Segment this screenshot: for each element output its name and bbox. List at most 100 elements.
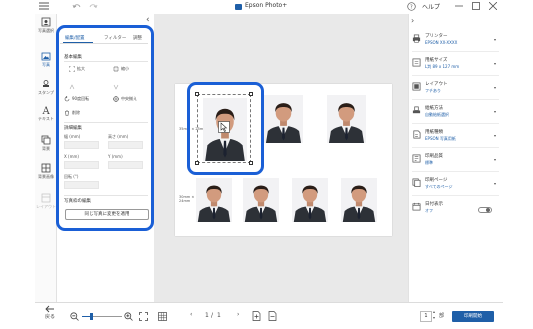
id-photo[interactable] [264, 95, 303, 143]
rotate-button[interactable]: 90度回転 [64, 96, 89, 102]
setting-printer[interactable]: プリンター EPSON XX-XXXX ▾ [408, 30, 503, 52]
chevron-down-icon: ▾ [493, 37, 496, 42]
x-label: X (mm) [64, 154, 79, 159]
background-icon [41, 135, 51, 145]
move-down-button[interactable] [113, 84, 119, 90]
help-icon[interactable]: ? [407, 2, 421, 12]
portrait-image [264, 95, 303, 143]
rail-item-background-image[interactable]: 背景画像 [35, 163, 57, 180]
height-field[interactable] [108, 141, 143, 149]
setting-paper-source[interactable]: 給紙方法 自動給紙選択 ▾ [408, 102, 503, 124]
undo-icon[interactable] [72, 2, 86, 12]
chevron-down-icon: ▾ [493, 61, 496, 66]
rail-label: スタンプ [38, 90, 54, 95]
zoom-out-icon[interactable] [70, 312, 79, 321]
paper-size-icon [412, 58, 421, 67]
grid-image-icon [41, 163, 51, 173]
id-photo[interactable] [327, 95, 366, 143]
resize-handle[interactable] [249, 92, 253, 96]
id-photo[interactable] [196, 178, 232, 222]
setting-title: プリンター [425, 34, 448, 39]
section-title-detail: 詳細編集 [64, 126, 82, 131]
tab-adjust[interactable]: 調整 [133, 35, 142, 41]
setting-title: 印刷ページ [425, 178, 448, 183]
minimize-icon[interactable] [455, 2, 469, 12]
rail-item-stamp[interactable]: スタンプ [35, 79, 57, 96]
tab-edit-layout[interactable]: 編集/配置 [65, 35, 85, 41]
center-align-button[interactable]: 中央揃え [113, 96, 137, 102]
copies-unit: 部 [439, 313, 445, 319]
x-field[interactable] [64, 161, 99, 169]
app-title: Epson Photo+ [245, 2, 288, 9]
portrait-image [196, 178, 232, 222]
copies-stepper[interactable]: 1 [420, 311, 432, 322]
apply-same-photo-button[interactable]: 同じ写真に変更を適用 [65, 209, 149, 220]
prev-page-icon[interactable]: ‹ [190, 311, 192, 318]
layout-icon [41, 193, 51, 203]
date-display-toggle[interactable] [478, 207, 492, 213]
tab-filter[interactable]: フィルター [104, 35, 126, 41]
tab-active-indicator [63, 42, 93, 43]
portrait-image [243, 178, 279, 222]
setting-title: 用紙種類 [425, 130, 443, 135]
delete-page-icon[interactable] [268, 311, 277, 321]
zoom-in-icon[interactable] [124, 312, 133, 321]
help-label[interactable]: ヘルプ [422, 2, 440, 11]
rail-item-layout[interactable]: レイアウト [35, 193, 57, 210]
print-button[interactable]: 印刷開始 [452, 311, 494, 322]
zoom-out-button[interactable]: 縮小 [113, 66, 129, 72]
zoom-slider-thumb[interactable] [90, 313, 93, 320]
setting-paper-type[interactable]: 用紙種類 EPSON 写真用紙 ▾ [408, 126, 503, 148]
fit-screen-icon[interactable] [139, 312, 148, 321]
rail-item-background[interactable]: 背景 [35, 135, 57, 152]
setting-print-pages[interactable]: 印刷ページ すべてのページ ▾ [408, 174, 503, 196]
page-total: 1 [217, 312, 221, 319]
redo-icon[interactable] [88, 2, 102, 12]
rail-label: 背景 [42, 146, 50, 151]
center-label: 中央揃え [121, 96, 137, 101]
panel-collapse-icon[interactable]: ‹ [146, 15, 150, 25]
setting-layout[interactable]: レイアウト フチあり ▾ [408, 78, 503, 100]
setting-title: 日付表示 [425, 202, 443, 207]
y-label: Y (mm) [108, 154, 123, 159]
close-icon[interactable] [489, 2, 503, 12]
id-photo[interactable] [292, 178, 328, 222]
width-field[interactable] [64, 141, 99, 149]
copies-decrease-icon[interactable]: ▾ [433, 315, 435, 320]
resize-handle[interactable] [195, 161, 199, 165]
menu-icon[interactable] [39, 2, 53, 12]
id-photo[interactable] [341, 178, 377, 222]
paper-type-icon [413, 130, 421, 139]
setting-title: 給紙方法 [425, 106, 443, 111]
rotation-field[interactable] [64, 181, 99, 189]
zoom-in-button[interactable]: 拡大 [69, 66, 85, 72]
rail-item-text[interactable]: A テキスト [35, 105, 57, 122]
text-icon: A [42, 106, 51, 115]
rail-label: 写真選択 [38, 28, 54, 33]
maximize-icon[interactable] [472, 2, 486, 12]
move-up-left-button[interactable] [69, 84, 75, 90]
rail-label: 写真 [42, 62, 50, 67]
grid-icon[interactable] [158, 312, 167, 321]
rail-label: テキスト [38, 116, 54, 121]
rail-item-select-photo[interactable]: 写真選択 [35, 17, 57, 34]
y-field[interactable] [108, 161, 143, 169]
resize-handle[interactable] [249, 161, 253, 165]
zoom-in-label: 拡大 [77, 66, 85, 71]
setting-value: L判 89 x 127 mm [425, 64, 460, 69]
back-arrow-icon [45, 305, 54, 313]
settings-collapse-icon[interactable]: › [411, 16, 414, 25]
next-page-icon[interactable]: › [237, 311, 239, 318]
move-cursor-icon [218, 121, 230, 133]
resize-handle[interactable] [195, 92, 199, 96]
setting-paper-size[interactable]: 用紙サイズ L判 89 x 127 mm ▾ [408, 54, 503, 76]
add-page-icon[interactable] [252, 311, 261, 321]
chevron-down-icon: ▾ [493, 85, 496, 90]
setting-print-quality[interactable]: 印刷品質 標準 ▾ [408, 150, 503, 172]
delete-button[interactable]: 削除 [64, 110, 80, 116]
back-button[interactable]: 戻る [44, 305, 56, 320]
printer-icon [412, 34, 421, 43]
rail-item-photo[interactable]: 写真 [35, 51, 57, 68]
copies-increase-icon[interactable]: ▴ [433, 309, 435, 314]
id-photo[interactable] [243, 178, 279, 222]
